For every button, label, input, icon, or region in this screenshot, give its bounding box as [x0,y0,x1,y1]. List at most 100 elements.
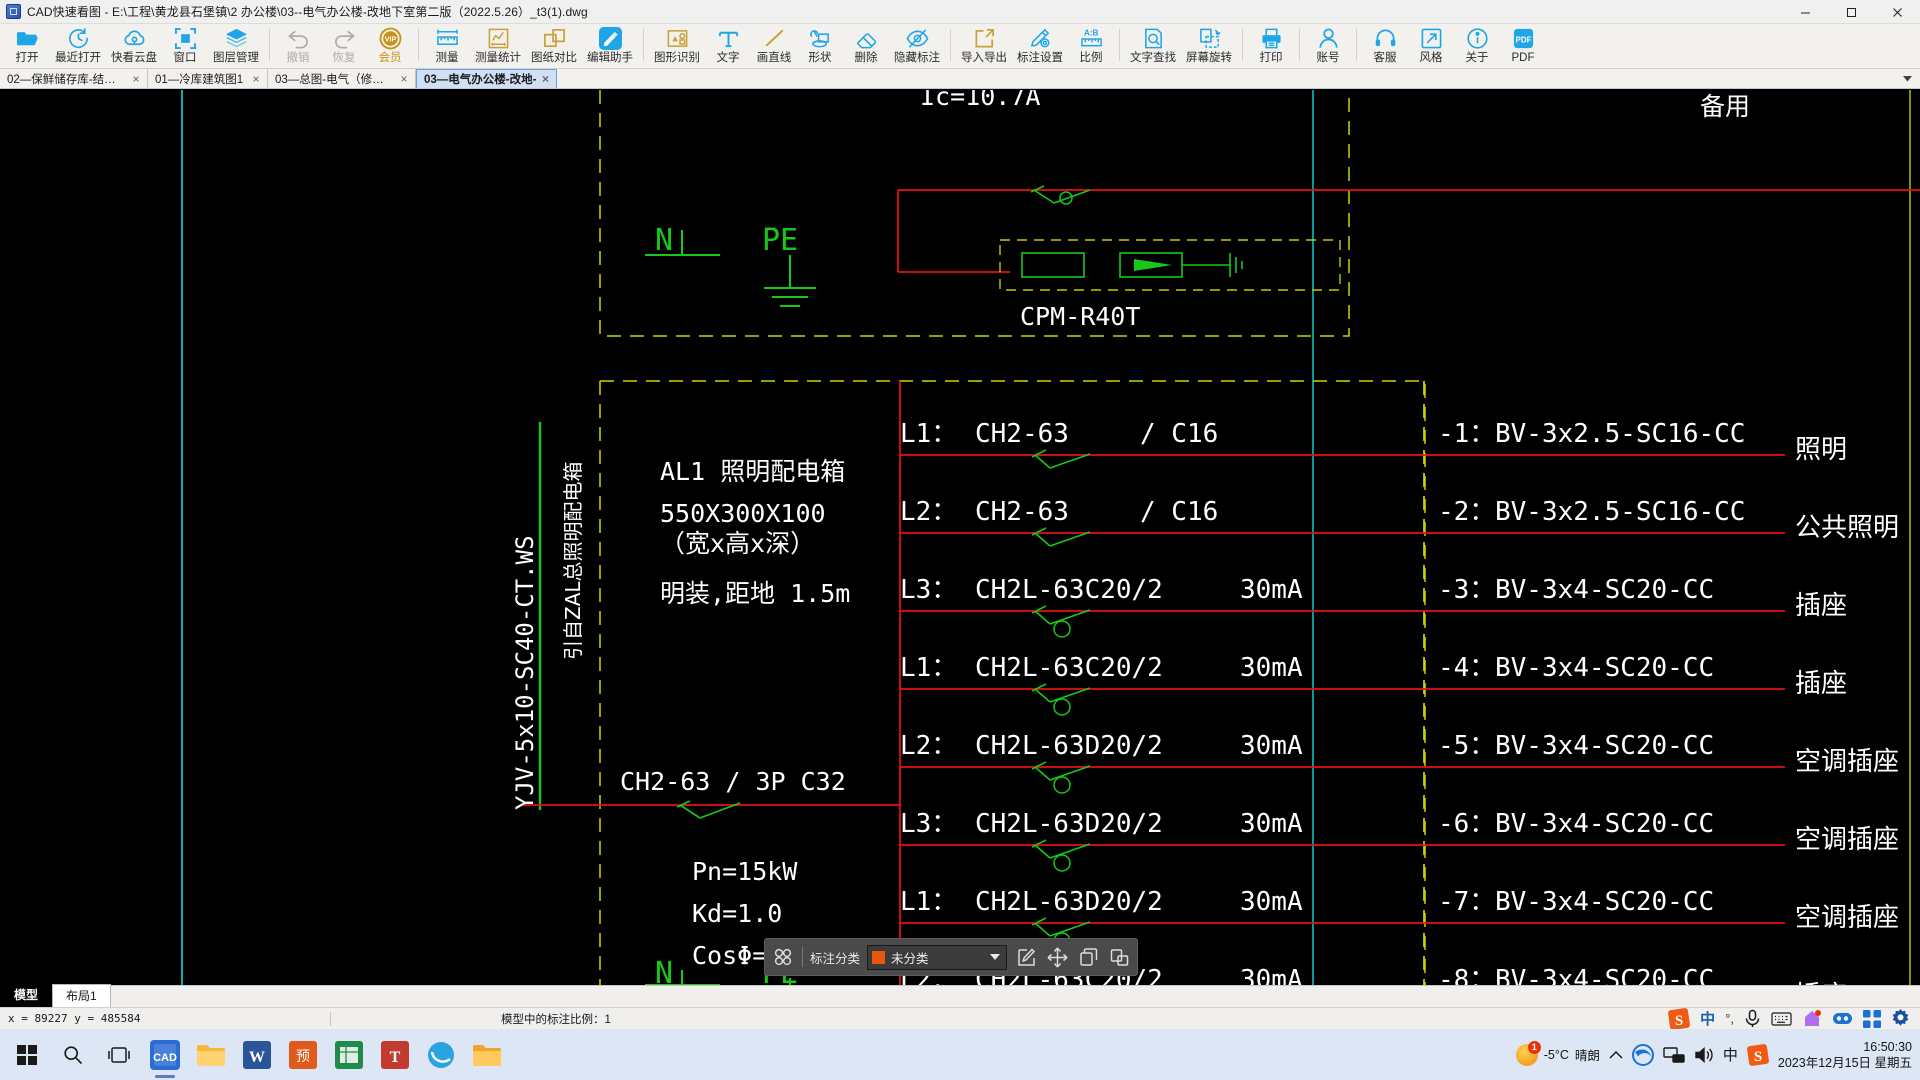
annotation-category-select[interactable]: 未分类 [867,944,1008,970]
network-icon[interactable] [1663,1046,1685,1064]
toolbar-button-recent-clock[interactable]: 最近打开 [50,25,106,68]
copy-icon[interactable] [1076,945,1100,969]
sogou-s-icon[interactable]: S [1747,1043,1769,1066]
svg-text:公共照明: 公共照明 [1795,513,1899,543]
taskbar-app-folder[interactable] [464,1029,510,1080]
windows-start-icon[interactable] [4,1029,50,1080]
svg-text:CAD: CAD [153,1052,177,1064]
taskbar-app-text[interactable]: T [372,1029,418,1080]
toolbar-button-screen-rotate[interactable]: 屏幕旋转 [1181,25,1237,68]
toolbar-button-undo-arrow: 撤销 [275,25,321,68]
toolbar-button-account-person[interactable]: 账号 [1305,25,1351,68]
toolbar-button-label: 文字 [716,52,740,64]
svg-text:BV-3x4-SC20-CC: BV-3x4-SC20-CC [1495,653,1714,683]
toolbar-button-scale-ratio[interactable]: A:B 比例 [1068,25,1114,68]
toolbar-button-vip-badge[interactable]: VIP 会员 [367,25,413,68]
top-device-label: CPM-R40T [1020,302,1140,331]
layout-tab-1[interactable]: 模型 [0,983,53,1007]
maximize-button[interactable] [1828,0,1874,24]
screen-rotate-icon [1198,27,1221,50]
document-tab-4[interactable]: 03—电气办公楼-改地- × [416,69,558,88]
document-tab-label: 01—冷库建筑图1 [155,73,244,86]
svg-text:-5：: -5： [1438,731,1495,761]
apps-grid-icon[interactable] [1863,1009,1881,1028]
ime-chinese-icon[interactable]: 中 [1723,1044,1738,1065]
toolbar-button-cloud[interactable]: 快看云盘 [106,25,162,68]
toolbar-button-text-search[interactable]: 文字查找 [1125,25,1181,68]
layout-tab-2[interactable]: 布局1 [52,984,111,1007]
svg-text:30mA: 30mA [1240,887,1303,917]
paste-icon[interactable] [1107,945,1131,969]
main-toolbar: 打开 最近打开 快看云盘 窗口 图层管理 撤销 恢复 VIP 会员 测量 测量统计 图纸对比 编辑助手 图… [0,24,1920,69]
toolbar-button-hide-annotation[interactable]: 隐藏标注 [889,25,945,68]
four-squares-icon[interactable] [771,945,795,969]
chevron-up-icon[interactable] [1609,1050,1623,1060]
close-icon[interactable]: × [131,72,141,86]
soft-keyboard-icon[interactable] [1771,1011,1792,1027]
toolbar-button-folder-open[interactable]: 打开 [4,25,50,68]
settings-gear-icon[interactable] [1891,1009,1910,1028]
toolbar-button-about-info[interactable]: 关于 [1454,25,1500,68]
toolbar-button-import-export[interactable]: 导入导出 [956,25,1012,68]
taskbar-clock[interactable]: 16:50:30 2023年12月15日 星期五 [1778,1039,1912,1071]
document-tab-2[interactable]: 01—冷库建筑图1 × [148,69,268,88]
taskbar-app-cad[interactable]: CAD [142,1029,188,1080]
toolbar-button-label: 形状 [808,52,832,64]
svg-text:BV-3x4-SC20-CC: BV-3x4-SC20-CC [1495,731,1714,761]
svg-text:-7：: -7： [1438,887,1495,917]
edit-square-icon[interactable] [1014,945,1038,969]
toolbar-button-headset[interactable]: 客服 [1362,25,1408,68]
toolbar-button-label: 快看云盘 [111,52,157,64]
close-icon[interactable]: × [540,72,550,86]
robot-icon[interactable] [1832,1010,1853,1027]
toolbar-button-edit-assistant[interactable]: 编辑助手 [582,25,638,68]
tab-overflow-chevron-down-icon[interactable] [1898,69,1916,89]
toolbar-button-measure-stats[interactable]: 测量统计 [470,25,526,68]
edge-browser-icon[interactable] [1631,1043,1654,1066]
toolbox-icon[interactable] [1802,1009,1822,1029]
close-icon[interactable]: × [399,72,409,86]
toolbar-button-compare-drawings[interactable]: 图纸对比 [526,25,582,68]
svg-text:VIP: VIP [384,36,396,44]
toolbar-button-style-arrow[interactable]: 风格 [1408,25,1454,68]
toolbar-button-eraser[interactable]: 删除 [843,25,889,68]
document-tab-1[interactable]: 02—保鲜储存库-结构(2... × [0,69,148,88]
ime-punctuation-icon[interactable]: °, [1725,1011,1734,1026]
sogou-s-icon[interactable]: S [1668,1007,1691,1030]
minimize-button[interactable] [1782,0,1828,24]
volume-icon[interactable] [1694,1046,1714,1064]
svg-text:30mA: 30mA [1240,653,1303,683]
toolbar-button-label: 标注设置 [1017,52,1063,64]
document-tab-3[interactable]: 03—总图-电气（修改… × [268,69,416,88]
toolbar-button-layers[interactable]: 图层管理 [208,25,264,68]
annotation-float-toolbar[interactable]: 标注分类 未分类 [764,938,1139,976]
taskbar-app-explorer[interactable] [188,1029,234,1080]
drawing-canvas[interactable]: N PE Ic=10.7A CPM-R40T 备用 AL1 照明配电箱 550X… [0,90,1920,985]
toolbar-button-label: 图纸对比 [531,52,577,64]
chevron-down-icon[interactable] [990,954,1001,960]
toolbar-button-line-tool[interactable]: 画直线 [751,25,797,68]
toolbar-button-text-tool[interactable]: 文字 [705,25,751,68]
close-icon[interactable]: × [251,72,261,86]
toolbar-button-printer[interactable]: 打印 [1248,25,1294,68]
task-view-icon[interactable] [96,1029,142,1080]
printer-icon [1260,27,1283,50]
toolbar-button-window-frame[interactable]: 窗口 [162,25,208,68]
taskbar-app-excel[interactable] [326,1029,372,1080]
taskbar-app-preview[interactable]: 预 [280,1029,326,1080]
top-spare-label: 备用 [1700,92,1750,121]
microphone-icon[interactable] [1744,1009,1761,1028]
close-button[interactable] [1874,0,1920,24]
svg-text:CH2L-63D20/2: CH2L-63D20/2 [975,809,1163,839]
toolbar-button-annotation-settings[interactable]: 标注设置 [1012,25,1068,68]
taskbar-app-word[interactable]: W [234,1029,280,1080]
toolbar-button-pdf[interactable]: PDF PDF [1500,25,1546,68]
toolbar-button-shape-recognize[interactable]: 图形识别 [649,25,705,68]
weather-widget[interactable]: 1 -5°C 晴朗 [1515,1040,1600,1066]
ime-chinese-icon[interactable]: 中 [1700,1008,1715,1029]
toolbar-button-shape-tool[interactable]: 形状 [797,25,843,68]
taskbar-app-browser[interactable] [418,1029,464,1080]
search-icon[interactable] [50,1029,96,1080]
move-cross-icon[interactable] [1045,945,1069,969]
toolbar-button-ruler[interactable]: 测量 [424,25,470,68]
